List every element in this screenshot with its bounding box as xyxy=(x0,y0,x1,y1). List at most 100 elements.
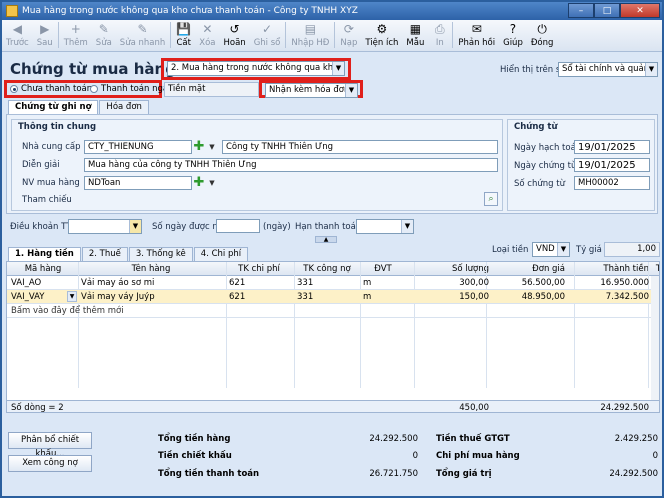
toolbar-sua-button[interactable]: ✎ Sửa xyxy=(92,22,116,48)
table-cell[interactable]: 331 xyxy=(297,278,357,288)
toolbar-ghi-so-button[interactable]: ✓ Ghi sổ xyxy=(250,22,285,48)
column-header[interactable]: Mã hàng xyxy=(11,264,75,274)
attachment-icon[interactable]: ⌕ xyxy=(484,192,498,206)
staff-input[interactable]: NDToan xyxy=(84,176,192,190)
currency-select[interactable]: VND ▼ xyxy=(532,242,570,257)
display-ledger-select[interactable]: Sổ tài chính và quản trị ▼ xyxy=(558,62,658,77)
supplier-code-input[interactable]: CTY_THIENUNG xyxy=(84,140,192,154)
table-cell[interactable]: 331 xyxy=(297,292,357,302)
rate-label: Tỷ giá xyxy=(576,245,602,255)
toolbar-nhap-hd-button[interactable]: ▤ Nhập HĐ xyxy=(287,22,333,48)
table-cell[interactable]: 300,00 xyxy=(417,278,489,288)
goods-total-value: 24.292.500 xyxy=(369,434,418,444)
voucher-panel: Thông tin chung Nhà cung cấp CTY_THIENUN… xyxy=(6,114,658,214)
column-header[interactable]: Tên hàng xyxy=(81,264,221,274)
toolbar-sua-nhanh-button[interactable]: ✎ Sửa nhanh xyxy=(116,22,169,48)
column-header[interactable]: ĐVT xyxy=(363,264,403,274)
doc-no-input[interactable]: MH00002 xyxy=(574,176,650,190)
allocate-discount-button[interactable]: Phân bổ chiết khấu... xyxy=(8,432,92,459)
summary-area: Phân bổ chiết khấu... Xem công nợ Tổng t… xyxy=(2,426,662,496)
add-row[interactable]: Bấm vào đây để thêm mới xyxy=(7,304,659,318)
toolbar-dong-button[interactable]: ⏻ Đóng xyxy=(527,22,558,48)
terms-select[interactable]: ▼ xyxy=(68,219,142,234)
add-supplier-icon[interactable]: ✚ xyxy=(193,140,205,153)
view-debt-button[interactable]: Xem công nợ xyxy=(8,455,92,472)
chevron-down-icon[interactable]: ▼ xyxy=(67,291,77,302)
toolbar-mau-button[interactable]: ▦ Mẫu xyxy=(402,22,428,48)
close-button[interactable]: ✕ xyxy=(620,3,660,18)
table-cell[interactable]: 7.342.500 xyxy=(577,292,649,302)
total-value-value: 24.292.500 xyxy=(609,469,658,479)
invoice-select[interactable]: Nhận kèm hóa đơn ▼ xyxy=(265,83,358,98)
radio-paid-now[interactable]: Thanh toán ngay xyxy=(90,84,173,94)
table-row[interactable]: VAI_AO Vải may áo sơ mi 621 331 m 300,00 56.50… xyxy=(7,276,659,290)
tab-cost[interactable]: 4. Chi phí xyxy=(193,247,249,261)
chevron-down-icon[interactable]: ▼ xyxy=(207,177,217,189)
maximize-button[interactable]: □ xyxy=(594,3,620,18)
table-cell[interactable]: m xyxy=(363,292,403,302)
radio-paid-now-label: Thanh toán ngay xyxy=(101,84,174,94)
post-date-input[interactable]: 19/01/2025 xyxy=(574,140,650,154)
tab-goods[interactable]: 1. Hàng tiền xyxy=(8,247,81,261)
toolbar-xoa-button[interactable]: ✕ Xóa xyxy=(195,22,219,48)
table-cell[interactable]: 16.950.000 xyxy=(577,278,649,288)
table-cell[interactable]: m xyxy=(363,278,403,288)
tab-tax[interactable]: 2. Thuế xyxy=(81,247,128,261)
column-header[interactable]: TK chi phí xyxy=(229,264,289,274)
table-cell[interactable]: 621 xyxy=(229,292,289,302)
toolbar: ◀ Trước ▶ Sau + Thêm ✎ Sửa ✎ Sửa nhanh 💾 Cất ✕ Xóa ↺ Ho… xyxy=(2,20,662,52)
days-unit: (ngày) xyxy=(263,222,291,232)
toolbar-nap-button[interactable]: ⟳ Nạp xyxy=(336,22,361,48)
tien-ich-icon: ⚙ xyxy=(376,22,388,36)
column-header[interactable]: TK công nợ xyxy=(297,264,357,274)
chevron-down-icon[interactable]: ▼ xyxy=(207,141,217,153)
toolbar-sau-button[interactable]: ▶ Sau xyxy=(33,22,57,48)
toolbar-them-button[interactable]: + Thêm xyxy=(60,22,92,48)
description-label: Diễn giải xyxy=(22,160,60,170)
toolbar-in-button[interactable]: ⎙ In xyxy=(428,22,451,48)
collapse-panel-icon[interactable]: ▲ xyxy=(315,236,337,243)
column-header[interactable]: Tỷ xyxy=(651,264,659,274)
days-input[interactable] xyxy=(216,219,260,233)
toolbar-tien-ich-button[interactable]: ⚙ Tiện ích xyxy=(361,22,402,48)
table-cell[interactable]: Vải may áo sơ mi xyxy=(81,278,221,288)
voucher-header: Chứng từ mua hàng 2. Mua hàng trong nước… xyxy=(2,52,662,80)
table-cell[interactable]: 48.950,00 xyxy=(489,292,565,302)
column-header[interactable]: Đơn giá xyxy=(489,264,565,274)
table-cell[interactable]: VAI_AO xyxy=(11,278,75,288)
toolbar-label: Hoãn xyxy=(223,38,246,48)
due-date-select[interactable]: ▼ xyxy=(356,219,414,234)
vertical-scrollbar[interactable] xyxy=(651,276,659,400)
doc-date-input[interactable]: 19/01/2025 xyxy=(574,158,650,172)
table-cell[interactable]: 621 xyxy=(229,278,289,288)
table-row[interactable]: VAI_VAY Vải may váy Juýp 621 331 m 150,00 48.9… xyxy=(7,290,659,304)
tab-debit-voucher[interactable]: Chứng từ ghi nợ xyxy=(8,100,99,114)
toolbar-label: In xyxy=(435,38,444,48)
toolbar-truoc-button[interactable]: ◀ Trước xyxy=(2,22,33,48)
column-header[interactable]: Thành tiền xyxy=(577,264,649,274)
table-cell[interactable]: VAI_VAY xyxy=(11,292,75,302)
description-input[interactable]: Mua hàng của công ty TNHH Thiên Ưng xyxy=(84,158,498,172)
toolbar-separator xyxy=(57,22,59,48)
total-value-label: Tổng giá trị xyxy=(436,469,492,479)
toolbar-phan-hoi-button[interactable]: ✉ Phản hồi xyxy=(454,22,499,48)
mau-icon: ▦ xyxy=(409,22,422,36)
toolbar-hoan-button[interactable]: ↺ Hoãn xyxy=(219,22,249,48)
display-ledger-label: Hiển thị trên sổ xyxy=(500,65,566,75)
tab-invoice[interactable]: Hóa đơn xyxy=(99,100,149,114)
toolbar-giup-button[interactable]: ? Giúp xyxy=(499,22,527,48)
add-staff-icon[interactable]: ✚ xyxy=(193,176,205,189)
toolbar-label: Sửa xyxy=(95,38,112,48)
toolbar-label: Xóa xyxy=(199,38,216,48)
tab-statistics[interactable]: 3. Thống kê xyxy=(128,247,193,261)
table-cell[interactable]: 56.500,00 xyxy=(489,278,565,288)
column-header[interactable]: Số lượng xyxy=(417,264,489,274)
display-ledger-value: Sổ tài chính và quản trị xyxy=(562,64,658,74)
radio-unpaid[interactable]: Chưa thanh toán xyxy=(10,84,92,94)
table-cell[interactable]: Vải may váy Juýp xyxy=(81,292,221,302)
toolbar-cat-button[interactable]: 💾 Cất xyxy=(172,22,195,48)
table-cell[interactable]: 150,00 xyxy=(417,292,489,302)
grid-header: Mã hàng Tên hàng TK chi phí TK công nợ ĐVT Số… xyxy=(7,262,659,276)
supplier-name-input[interactable]: Công ty TNHH Thiên Ưng xyxy=(222,140,498,154)
minimize-button[interactable]: – xyxy=(568,3,594,18)
